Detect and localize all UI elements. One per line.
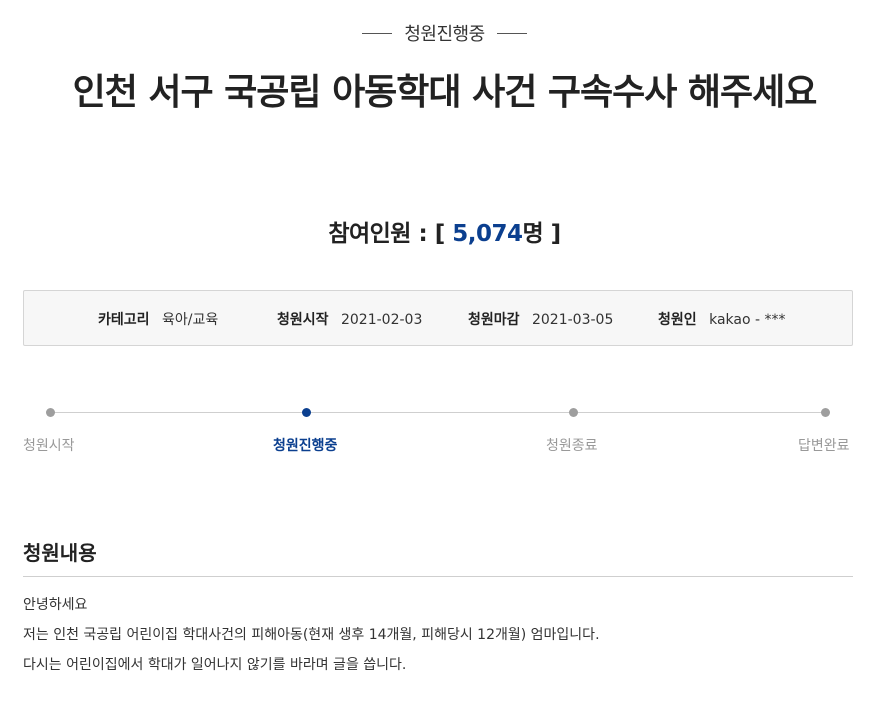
info-category-value: 육아/교육 bbox=[161, 312, 219, 328]
info-end-label: 청원마감 bbox=[468, 312, 520, 328]
participant-close-bracket: ] bbox=[550, 221, 562, 247]
info-author-value: kakao - *** bbox=[709, 312, 786, 328]
step-label-start: 청원시작 bbox=[23, 438, 75, 454]
info-end: 청원마감 2021-03-05 bbox=[468, 309, 613, 329]
petition-title: 인천 서구 국공립 아동학대 사건 구속수사 해주세요 bbox=[72, 72, 818, 113]
info-author-label: 청원인 bbox=[658, 312, 697, 328]
content-line: 다시는 어린이집에서 학대가 일어나지 않기를 바라며 글을 씁니다. bbox=[23, 657, 407, 673]
status-line-right bbox=[496, 32, 527, 34]
step-label-ended: 청원종료 bbox=[546, 438, 598, 454]
participant-unit: 명 bbox=[522, 221, 544, 247]
content-divider bbox=[23, 576, 853, 577]
participant-label: 참여인원 : bbox=[328, 221, 428, 247]
info-start-label: 청원시작 bbox=[277, 312, 329, 328]
participant-number: 5,074 bbox=[452, 221, 523, 247]
petition-status: 청원진행중 bbox=[0, 20, 889, 46]
step-label-answered: 답변완료 bbox=[798, 438, 850, 454]
content-line: 저는 인천 국공립 어린이집 학대사건의 피해아동(현재 생후 14개월, 피해… bbox=[23, 627, 600, 643]
step-dot-start bbox=[46, 408, 55, 417]
info-start: 청원시작 2021-02-03 bbox=[277, 309, 422, 329]
status-text: 청원진행중 bbox=[404, 24, 485, 45]
info-category-label: 카테고리 bbox=[98, 312, 150, 328]
step-label-ongoing: 청원진행중 bbox=[273, 438, 338, 454]
participant-open-bracket: [ bbox=[434, 221, 446, 247]
step-dot-ongoing bbox=[302, 408, 311, 417]
content-section-title: 청원내용 bbox=[23, 541, 97, 565]
content-line: 안녕하세요 bbox=[23, 597, 88, 613]
petition-info-box: 카테고리 육아/교육 청원시작 2021-02-03 청원마감 2021-03-… bbox=[23, 290, 853, 346]
info-end-value: 2021-03-05 bbox=[531, 312, 614, 328]
info-author: 청원인 kakao - *** bbox=[658, 309, 786, 329]
progress-track bbox=[50, 412, 825, 413]
status-line-left bbox=[362, 32, 393, 34]
step-dot-ended bbox=[569, 408, 578, 417]
step-dot-answered bbox=[821, 408, 830, 417]
participant-count: 참여인원 : [ 5,074명 ] bbox=[0, 214, 889, 248]
info-category: 카테고리 육아/교육 bbox=[98, 309, 218, 329]
info-start-value: 2021-02-03 bbox=[340, 312, 423, 328]
